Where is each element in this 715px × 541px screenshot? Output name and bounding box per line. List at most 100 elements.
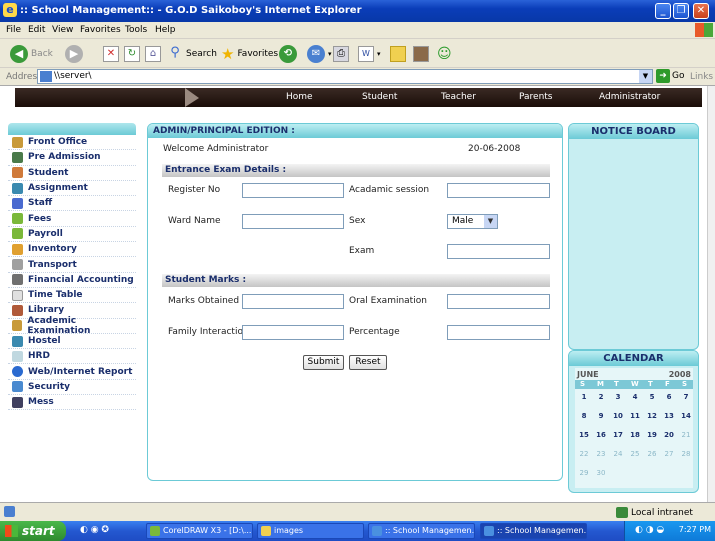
calendar-day[interactable]: 20 [662,431,676,439]
calendar-day[interactable]: 15 [577,431,591,439]
calendar-day[interactable]: 11 [628,412,642,420]
calendar-day[interactable]: 26 [645,450,659,458]
nav-student[interactable]: Student [362,92,397,102]
maximize-button[interactable]: ❐ [673,3,689,19]
menu-item-pre-admission[interactable]: Pre Admission [8,150,136,166]
menu-help[interactable]: Help [155,25,176,35]
research-button[interactable] [413,44,429,64]
oral-exam-input[interactable] [447,294,550,309]
go-button[interactable]: ➜ Go [656,69,684,83]
sex-select[interactable]: Male ▼ [447,214,498,229]
history-button[interactable]: ⟲ [279,44,297,64]
taskbar-item-coreldraw[interactable]: CorelDRAW X3 - [D:\... [146,523,253,539]
calendar-day[interactable]: 25 [628,450,642,458]
print-icon: ⎙ [333,46,349,62]
folder-button[interactable] [390,44,406,64]
links-button[interactable]: Links [690,72,713,82]
calendar-day[interactable]: 2 [594,393,608,401]
submit-button[interactable]: Submit [303,355,344,370]
address-input[interactable]: \\server\ ▼ [37,69,653,84]
calendar-day[interactable]: 27 [662,450,676,458]
calendar-day[interactable]: 7 [679,393,693,401]
favorites-button[interactable]: ★ Favorites [221,44,278,64]
calendar-day[interactable]: 28 [679,450,693,458]
security-icon [12,381,23,393]
back-button[interactable]: ◀ Back [10,44,53,64]
mail-button[interactable]: ✉ ▾ [307,44,332,64]
calendar-day[interactable]: 10 [611,412,625,420]
menu-item-front-office[interactable]: Front Office [8,135,136,151]
taskbar-item-images[interactable]: images [257,523,364,539]
menu-item-student[interactable]: Student [8,166,136,181]
taskbar-item-school-2[interactable]: :: School Managemen... [480,523,587,539]
calendar-day[interactable]: 8 [577,412,591,420]
menu-item-assignment[interactable]: Assignment [8,181,136,197]
messenger-button[interactable]: ☺ [437,44,452,64]
ward-name-input[interactable] [242,214,344,229]
calendar-day[interactable]: 12 [645,412,659,420]
nav-home[interactable]: Home [286,92,313,102]
calendar-day[interactable]: 13 [662,412,676,420]
calendar-day[interactable]: 22 [577,450,591,458]
menu-item-academic-examination[interactable]: Academic Examination [8,316,136,336]
calendar-day[interactable]: 21 [679,431,693,439]
percentage-input[interactable] [447,325,550,340]
nav-parents[interactable]: Parents [519,92,553,102]
menu-item-inventory[interactable]: Inventory [8,242,136,258]
refresh-button[interactable]: ↻ [124,44,140,64]
menu-item-hostel[interactable]: Hostel [8,334,136,350]
menu-item-payroll[interactable]: Payroll [8,227,136,243]
family-interaction-input[interactable] [242,325,344,340]
calendar-day[interactable]: 6 [662,393,676,401]
calendar-day[interactable]: 17 [611,431,625,439]
calendar-day[interactable]: 9 [594,412,608,420]
reset-button[interactable]: Reset [349,355,387,370]
exam-input[interactable] [447,244,550,259]
address-dropdown-icon[interactable]: ▼ [639,70,652,83]
menu-file[interactable]: File [6,25,21,35]
register-no-input[interactable] [242,183,344,198]
menu-edit[interactable]: Edit [28,25,45,35]
menu-item-mess[interactable]: Mess [8,395,136,411]
start-button[interactable]: start [0,521,66,541]
calendar-day[interactable]: 18 [628,431,642,439]
calendar-day[interactable]: 4 [628,393,642,401]
calendar-day[interactable]: 23 [594,450,608,458]
menu-item-transport[interactable]: Transport [8,257,136,273]
menu-favorites[interactable]: Favorites [80,25,121,35]
menu-item-staff[interactable]: Staff [8,196,136,212]
menu-item-hrd[interactable]: HRD [8,349,136,365]
edit-button[interactable]: W ▾ [358,44,381,64]
tray-icons[interactable]: ◐ ◑ ◒ [635,525,664,535]
marks-obtained-input[interactable] [242,294,344,309]
menu-item-web-internet-report[interactable]: Web/Internet Report [8,364,136,380]
calendar-day[interactable]: 16 [594,431,608,439]
academic-session-input[interactable] [447,183,550,198]
calendar-day[interactable]: 1 [577,393,591,401]
calendar-day[interactable]: 29 [577,469,591,477]
home-button[interactable]: ⌂ [145,44,161,64]
calendar-day[interactable]: 14 [679,412,693,420]
calendar-day[interactable]: 30 [594,469,608,477]
stop-button[interactable]: ✕ [103,44,119,64]
calendar-day[interactable]: 3 [611,393,625,401]
calendar-day[interactable]: 19 [645,431,659,439]
menu-view[interactable]: View [52,25,73,35]
search-button[interactable]: ⚲ Search [167,44,217,64]
menu-item-security[interactable]: Security [8,380,136,396]
menu-item-financial-accounting[interactable]: Financial Accounting [8,273,136,288]
close-button[interactable]: ✕ [693,3,709,19]
calendar-day[interactable]: 5 [645,393,659,401]
nav-administrator[interactable]: Administrator [599,92,660,102]
calendar-day[interactable]: 24 [611,450,625,458]
menu-tools[interactable]: Tools [125,25,147,35]
vertical-scrollbar[interactable] [707,86,715,502]
nav-teacher[interactable]: Teacher [441,92,476,102]
print-button[interactable]: ⎙ [333,44,349,64]
taskbar-item-school-1[interactable]: :: School Managemen... [368,523,475,539]
quick-launch-icons[interactable]: ◐ ◉ ✪ [80,525,109,535]
minimize-button[interactable]: _ [655,3,671,19]
forward-button[interactable]: ▶ [65,44,83,64]
menu-item-time-table[interactable]: Time Table [8,288,136,304]
menu-item-fees[interactable]: Fees [8,211,136,227]
